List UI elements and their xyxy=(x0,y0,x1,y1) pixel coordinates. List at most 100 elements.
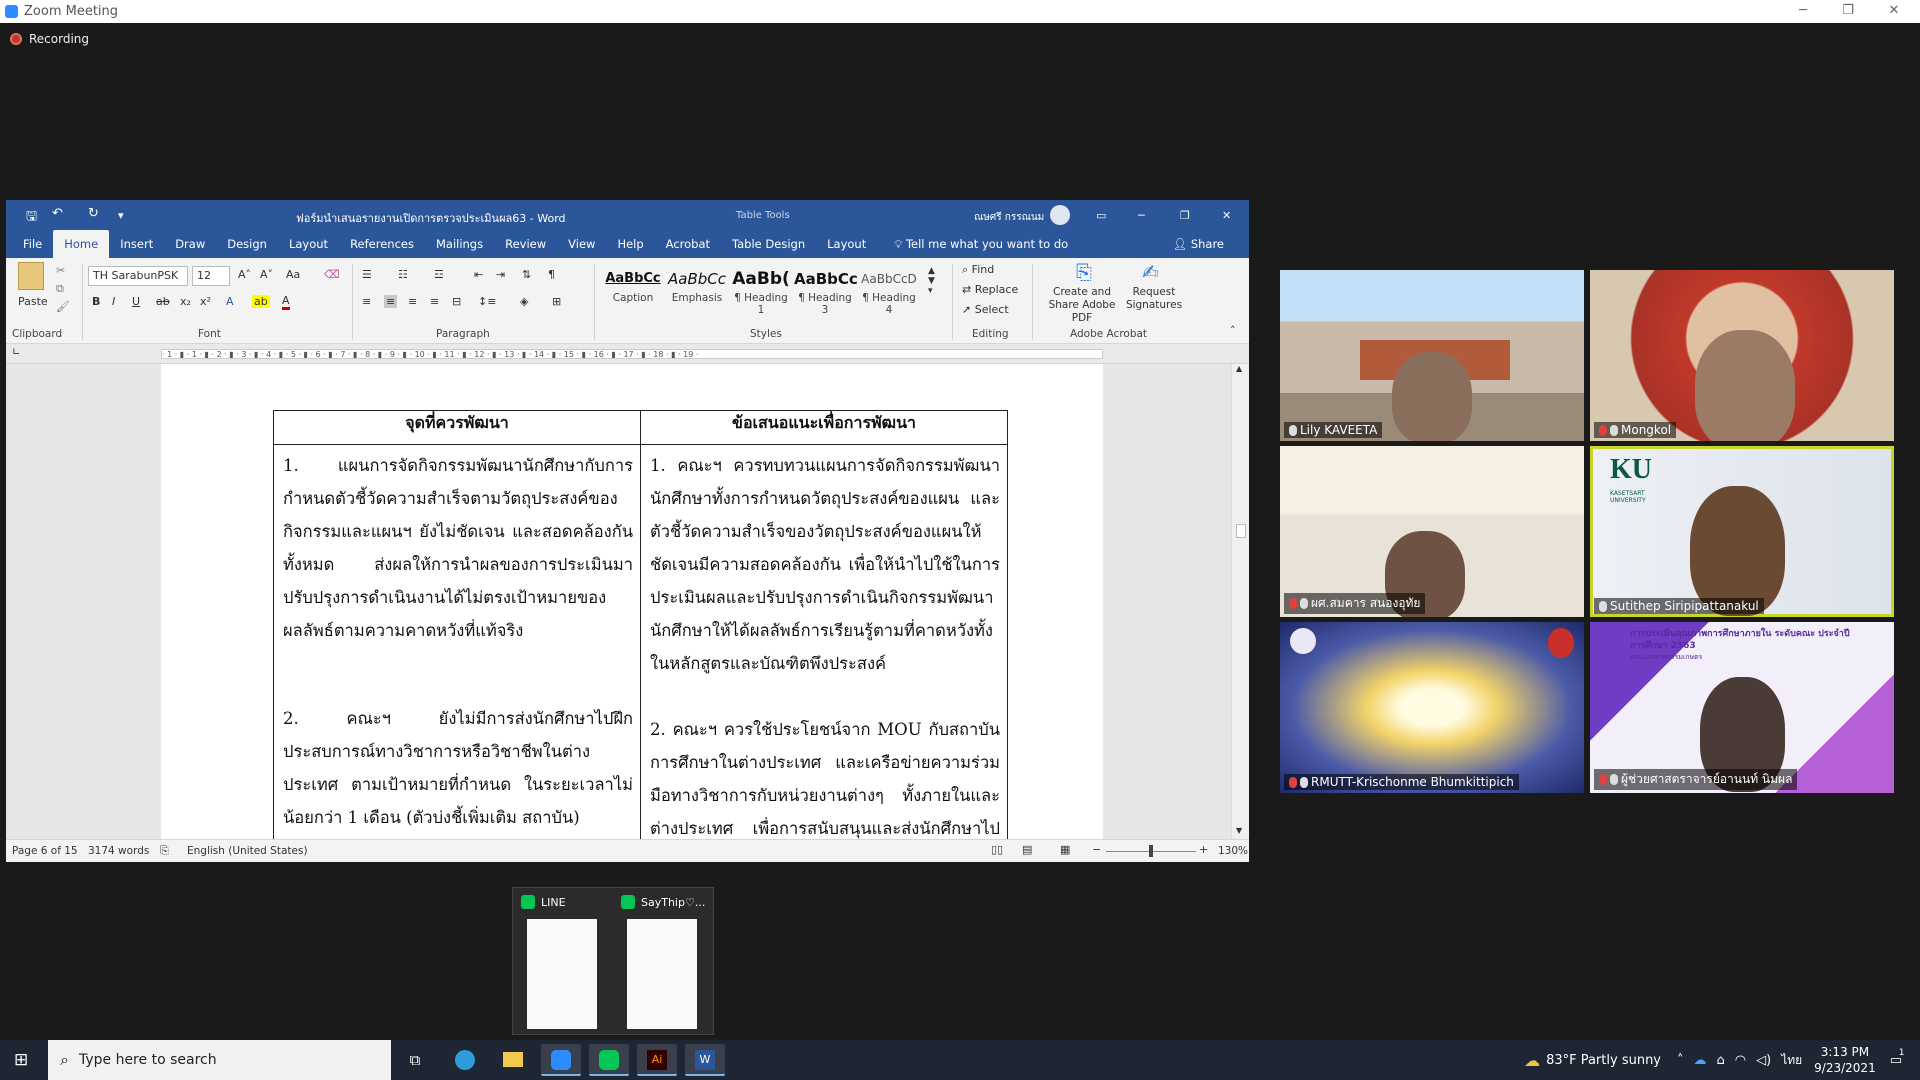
participant-tile-active[interactable]: KU KASETSART UNIVERSITY Sutithep Siripip… xyxy=(1590,446,1894,617)
highlight-icon[interactable]: ab xyxy=(252,295,270,308)
tab-acrobat[interactable]: Acrobat xyxy=(655,230,721,258)
style-heading-4[interactable]: AaBbCcD ¶ Heading 4 xyxy=(858,264,920,316)
restore-icon[interactable]: ❐ xyxy=(1828,0,1868,23)
task-view-icon[interactable]: ⧉ xyxy=(395,1044,435,1076)
line-spacing-icon[interactable]: ↕≡ xyxy=(478,295,496,308)
participant-tile[interactable]: Mongkol xyxy=(1590,270,1894,441)
clock[interactable]: 3:13 PM 9/23/2021 xyxy=(1814,1044,1876,1076)
user-name[interactable]: ณษศรี กรรณนม xyxy=(974,210,1044,225)
change-case-icon[interactable]: Aa xyxy=(286,268,300,281)
create-share-pdf-button[interactable]: Create and Share Adobe PDF xyxy=(1040,286,1124,325)
table-header-cell[interactable]: ข้อเสนอแนะเพื่อการพัฒนา xyxy=(640,410,1008,445)
ribbon-display-icon[interactable]: ▭ xyxy=(1096,209,1106,222)
tab-mailings[interactable]: Mailings xyxy=(425,230,494,258)
word-minimize-icon[interactable]: ─ xyxy=(1138,209,1145,222)
copy-icon[interactable]: ⧉ xyxy=(56,282,64,296)
tell-me-box[interactable]: 💡︎ Tell me what you want to do xyxy=(883,230,1079,258)
undo-icon[interactable]: ↶ xyxy=(52,206,63,221)
preview-saythip[interactable]: SayThip♡... xyxy=(613,888,713,1036)
illustrator-icon[interactable]: Ai xyxy=(637,1044,677,1076)
text-effects-icon[interactable]: A xyxy=(226,295,234,308)
font-name-select[interactable]: TH SarabunPSK xyxy=(88,266,188,286)
zoom-in-icon[interactable]: + xyxy=(1199,843,1208,856)
input-language[interactable]: ไทย xyxy=(1781,1051,1802,1070)
cut-icon[interactable]: ✂ xyxy=(56,264,65,277)
word-taskbar-icon[interactable]: W xyxy=(685,1044,725,1076)
tab-table-layout[interactable]: Layout xyxy=(816,230,877,258)
chevron-up-icon[interactable]: ˄ xyxy=(1677,1053,1684,1068)
tab-layout[interactable]: Layout xyxy=(278,230,339,258)
strikethrough-icon[interactable]: ab xyxy=(156,295,170,308)
justify-icon[interactable]: ≡ xyxy=(430,295,439,308)
align-center-icon[interactable]: ≡ xyxy=(384,295,398,308)
zoom-level[interactable]: 130% xyxy=(1218,845,1248,857)
notification-icon[interactable]: ▭ 1 xyxy=(1890,1048,1905,1068)
tab-draw[interactable]: Draw xyxy=(164,230,216,258)
style-caption[interactable]: AaBbCc Caption xyxy=(602,264,664,314)
scroll-up-icon[interactable]: ▲ xyxy=(1236,364,1242,373)
tab-home[interactable]: Home xyxy=(53,230,110,258)
ruler-scale[interactable]: · 1 · ▮ · 1 · ▮ · 2 · ▮ · 3 · ▮ · 4 · ▮ … xyxy=(161,349,1103,359)
zoom-out-icon[interactable]: − xyxy=(1092,843,1101,856)
tab-help[interactable]: Help xyxy=(606,230,654,258)
share-button[interactable]: 👤︎ Share xyxy=(1162,230,1235,258)
tab-review[interactable]: Review xyxy=(494,230,557,258)
bullets-icon[interactable]: ☰ xyxy=(362,268,372,281)
scroll-down-icon[interactable]: ▼ xyxy=(1236,826,1242,835)
sort-icon[interactable]: ⇅ xyxy=(522,268,531,281)
wifi-icon[interactable]: ◠ xyxy=(1735,1053,1746,1068)
language-status[interactable]: English (United States) xyxy=(187,845,308,857)
edge-icon[interactable] xyxy=(445,1044,485,1076)
read-mode-icon[interactable]: ▯▯ xyxy=(991,843,1003,856)
increase-indent-icon[interactable]: ⇥ xyxy=(496,268,505,281)
shrink-font-icon[interactable]: A˅ xyxy=(260,268,273,281)
weather-text[interactable]: 83°F Partly sunny xyxy=(1546,1053,1661,1068)
word-close-icon[interactable]: ✕ xyxy=(1222,209,1231,222)
word-restore-icon[interactable]: ❐ xyxy=(1180,209,1190,222)
replace-button[interactable]: ⇄ Replace xyxy=(962,283,1018,296)
superscript-icon[interactable]: x² xyxy=(200,295,211,308)
vertical-scrollbar[interactable]: ▲ ▼ xyxy=(1231,364,1249,839)
align-right-icon[interactable]: ≡ xyxy=(408,295,417,308)
underline-icon[interactable]: U xyxy=(132,295,140,308)
paste-icon[interactable] xyxy=(18,262,44,290)
collapse-ribbon-icon[interactable]: ˄ xyxy=(1230,324,1236,337)
select-button[interactable]: ➚ Select xyxy=(962,303,1009,316)
line-taskbar-icon[interactable] xyxy=(589,1044,629,1076)
multilevel-list-icon[interactable]: ☲ xyxy=(434,268,444,281)
table-cell[interactable]: 1. คณะฯ ควรทบทวนแผนการจัดกิจกรรมพัฒนานัก… xyxy=(640,444,1008,839)
subscript-icon[interactable]: x₂ xyxy=(180,295,191,308)
zoom-taskbar-icon[interactable] xyxy=(541,1044,581,1076)
qat-customize-icon[interactable]: ▾ xyxy=(118,209,124,222)
participant-tile[interactable]: Lily KAVEETA xyxy=(1280,270,1584,441)
file-explorer-icon[interactable] xyxy=(493,1044,533,1076)
decrease-indent-icon[interactable]: ⇤ xyxy=(474,268,483,281)
zoom-slider-thumb[interactable] xyxy=(1149,845,1153,857)
close-icon[interactable]: ✕ xyxy=(1874,0,1914,23)
web-layout-icon[interactable]: ▦ xyxy=(1060,843,1070,856)
scroll-thumb[interactable] xyxy=(1236,524,1246,538)
numbering-icon[interactable]: ☷ xyxy=(398,268,408,281)
table-header-cell[interactable]: จุดที่ควรพัฒนา xyxy=(273,410,641,445)
tab-view[interactable]: View xyxy=(557,230,606,258)
style-heading-1[interactable]: AaBb(¶ Heading 1 xyxy=(730,264,792,316)
clear-format-icon[interactable]: ⌫ xyxy=(324,268,340,281)
network-icon[interactable]: ⌂ xyxy=(1717,1053,1725,1068)
proofing-icon[interactable]: ⎘ xyxy=(160,844,169,858)
font-size-select[interactable]: 12 xyxy=(192,266,230,286)
document-page[interactable]: จุดที่ควรพัฒนา ข้อเสนอแนะเพื่อการพัฒนา 1… xyxy=(161,364,1103,839)
distributed-icon[interactable]: ⊟ xyxy=(452,295,461,308)
tab-design[interactable]: Design xyxy=(216,230,278,258)
show-marks-icon[interactable]: ¶ xyxy=(548,268,555,281)
redo-icon[interactable]: ↻ xyxy=(88,206,99,221)
preview-line[interactable]: LINE xyxy=(513,888,613,1036)
style-emphasis[interactable]: AaBbCc Emphasis xyxy=(666,264,728,314)
participant-tile[interactable]: RMUTT-Krischonme Bhumkittipich xyxy=(1280,622,1584,793)
table-cell[interactable]: 1. แผนการจัดกิจกรรมพัฒนานักศึกษากับการกำ… xyxy=(273,444,641,839)
minimize-icon[interactable]: ─ xyxy=(1783,0,1823,23)
tab-insert[interactable]: Insert xyxy=(109,230,164,258)
recording-indicator[interactable]: Recording xyxy=(10,32,89,46)
tab-selector-icon[interactable]: ∟ xyxy=(12,347,20,358)
bold-icon[interactable]: B xyxy=(92,295,100,308)
save-icon[interactable]: 🖫 xyxy=(26,207,37,229)
